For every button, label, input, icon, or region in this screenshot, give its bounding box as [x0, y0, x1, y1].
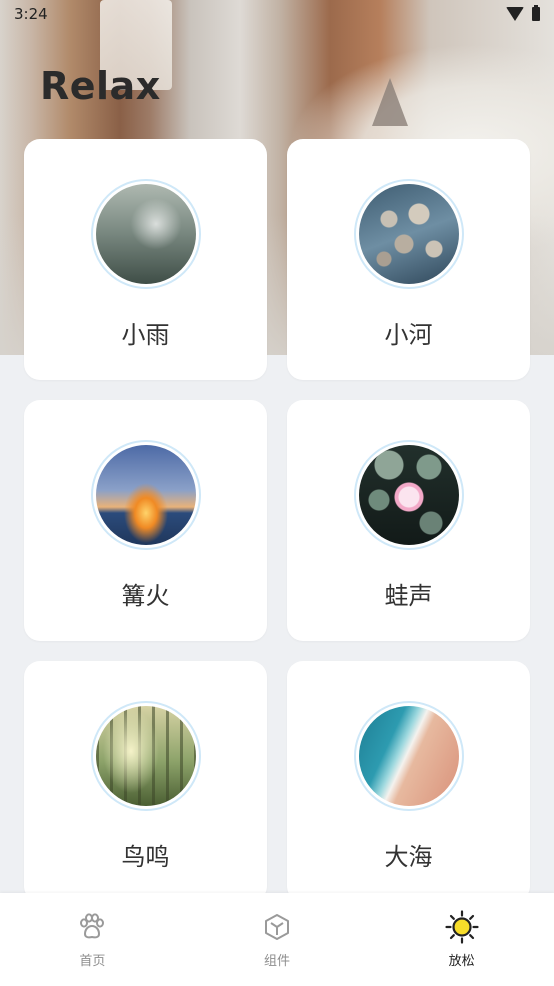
- paw-icon: [75, 910, 109, 944]
- sound-card-birds[interactable]: 鸟鸣: [24, 661, 267, 902]
- campfire-thumbnail: [95, 445, 196, 545]
- sound-card-label: 鸟鸣: [121, 843, 170, 871]
- sound-card-label: 蛙声: [384, 582, 433, 610]
- status-bar: 3:24: [0, 0, 554, 28]
- sun-icon: [445, 910, 479, 944]
- thumb-ring: [353, 701, 464, 811]
- sound-card-label: 小雨: [121, 321, 170, 349]
- thumb-ring: [90, 440, 201, 550]
- nav-item-home[interactable]: 首页: [32, 910, 152, 969]
- lotus-pond-thumbnail: [358, 445, 459, 545]
- sound-card-frog[interactable]: 蛙声: [287, 400, 530, 641]
- cube-icon: [260, 910, 294, 944]
- thumb-ring: [90, 179, 201, 289]
- status-icons: [506, 5, 540, 21]
- nav-item-widgets[interactable]: 组件: [217, 910, 337, 969]
- wifi-icon: [506, 7, 524, 21]
- nav-label-relax: 放松: [448, 954, 475, 969]
- hero-cat-ear: [372, 78, 408, 126]
- sound-card-campfire[interactable]: 篝火: [24, 400, 267, 641]
- sound-card-rain[interactable]: 小雨: [24, 139, 267, 380]
- nav-label-home: 首页: [79, 954, 106, 969]
- nav-label-widgets: 组件: [263, 954, 290, 969]
- thumb-ring: [353, 440, 464, 550]
- sound-card-label: 小河: [384, 321, 433, 349]
- relax-screen: 3:24 Relax 小雨 小河 篝火 蛙声 鸟鸣 大海 首页 组件 放松: [0, 0, 554, 986]
- rain-thumbnail: [95, 184, 196, 284]
- sound-grid: 小雨 小河 篝火 蛙声 鸟鸣 大海: [24, 139, 530, 902]
- status-time: 3:24: [14, 5, 48, 23]
- sea-thumbnail: [358, 706, 459, 806]
- thumb-ring: [90, 701, 201, 811]
- bottom-nav: 首页 组件 放松: [0, 893, 554, 986]
- forest-thumbnail: [95, 706, 196, 806]
- sound-card-sea[interactable]: 大海: [287, 661, 530, 902]
- sound-card-river[interactable]: 小河: [287, 139, 530, 380]
- thumb-ring: [353, 179, 464, 289]
- sound-card-label: 篝火: [121, 582, 170, 610]
- river-thumbnail: [358, 184, 459, 284]
- sound-card-label: 大海: [384, 843, 433, 871]
- nav-item-relax[interactable]: 放松: [402, 910, 522, 969]
- page-title: Relax: [40, 64, 161, 108]
- battery-icon: [532, 5, 540, 21]
